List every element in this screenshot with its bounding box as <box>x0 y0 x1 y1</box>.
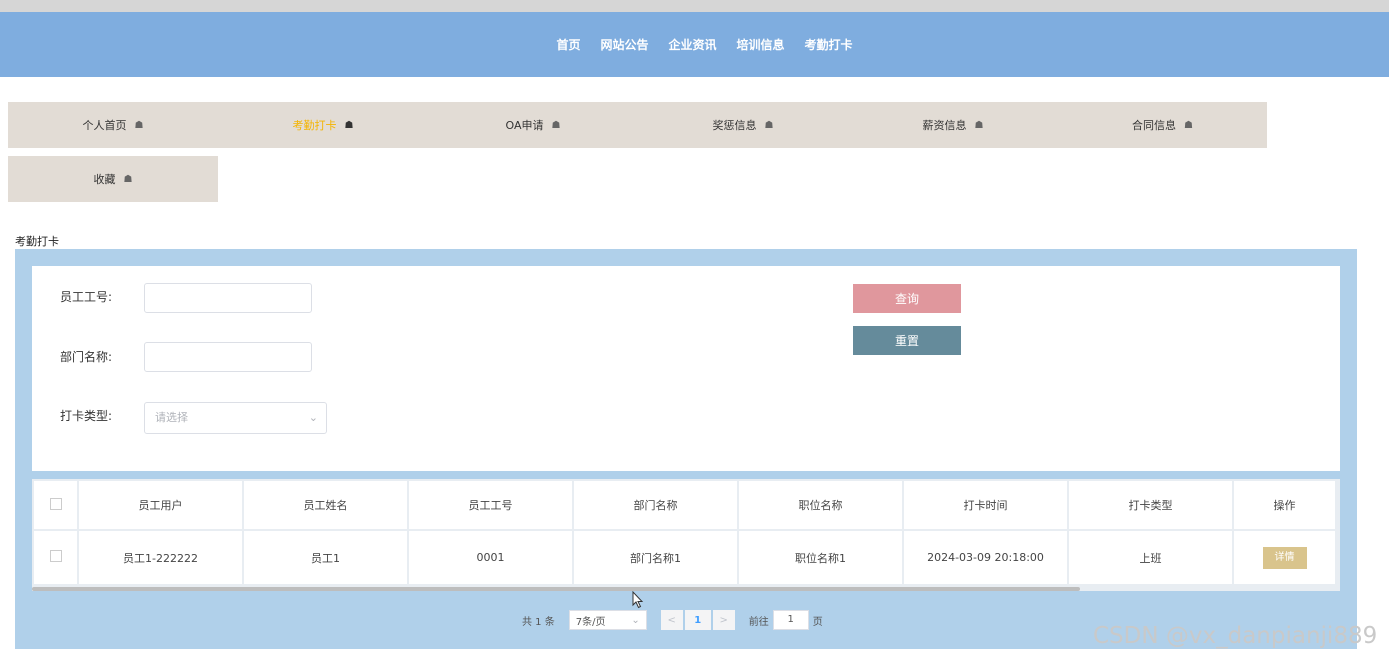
top-nav: 首页 网站公告 企业资讯 培训信息 考勤打卡 <box>0 12 1389 77</box>
cell-user: 员工1-222222 <box>79 531 242 584</box>
punch-type-label: 打卡类型: <box>60 409 113 423</box>
dept-name-input[interactable] <box>144 342 312 372</box>
home-icon: ☗ <box>551 119 561 131</box>
punch-type-placeholder: 请选择 <box>155 411 188 424</box>
goto-label: 前往 <box>748 616 769 628</box>
pagination-total: 共 1 条 <box>522 616 555 628</box>
cell-dept: 部门名称1 <box>574 531 737 584</box>
page-number-current[interactable]: 1 <box>684 610 711 630</box>
col-name: 员工姓名 <box>244 481 407 529</box>
query-button[interactable]: 查询 <box>853 284 961 313</box>
menu-item-label: OA申请 <box>505 119 544 132</box>
col-employee-no: 员工工号 <box>409 481 572 529</box>
menu-item-oa-apply[interactable]: OA申请 ☗ <box>428 102 638 148</box>
row-checkbox[interactable] <box>49 550 62 562</box>
attendance-table: 员工用户 员工姓名 员工工号 部门名称 职位名称 打卡时间 打卡类型 操作 员工… <box>32 479 1337 586</box>
col-punch-type: 打卡类型 <box>1069 481 1232 529</box>
menu-item-contract[interactable]: 合同信息 ☗ <box>1058 102 1267 148</box>
nav-home[interactable]: 首页 <box>556 36 580 53</box>
employee-no-input[interactable] <box>144 283 312 313</box>
select-all-cell <box>34 481 77 529</box>
menu-item-label: 薪资信息 <box>922 119 967 132</box>
menu-item-attendance[interactable]: 考勤打卡 ☗ <box>218 102 428 148</box>
page-title: 考勤打卡 <box>15 235 59 248</box>
browser-top-strip <box>0 0 1389 12</box>
watermark-text: CSDN @vx_danpianji889 <box>1093 623 1378 649</box>
home-icon: ☗ <box>974 119 984 131</box>
cell-action: 详情 <box>1234 531 1335 584</box>
reset-button[interactable]: 重置 <box>853 326 961 355</box>
header-bar: 首页 网站公告 企业资讯 培训信息 考勤打卡 <box>0 12 1389 77</box>
data-table: 员工用户 员工姓名 员工工号 部门名称 职位名称 打卡时间 打卡类型 操作 员工… <box>32 479 1340 591</box>
search-form: 员工工号: 部门名称: 打卡类型: 请选择 ⌄ 查询 重置 <box>32 266 1340 471</box>
home-icon: ☗ <box>344 119 354 131</box>
dept-name-label: 部门名称: <box>60 350 113 364</box>
menu-item-label: 考勤打卡 <box>292 119 337 132</box>
cell-position: 职位名称1 <box>739 531 902 584</box>
cell-name: 员工1 <box>244 531 407 584</box>
page-size-value: 7条/页 <box>575 616 606 628</box>
home-icon: ☗ <box>123 173 133 185</box>
prev-page-button[interactable]: < <box>660 610 683 630</box>
mouse-cursor-icon <box>632 591 644 609</box>
next-page-button[interactable]: > <box>712 610 735 630</box>
table-row: 员工1-222222 员工1 0001 部门名称1 职位名称1 2024-03-… <box>34 531 1335 584</box>
punch-type-select[interactable]: 请选择 ⌄ <box>144 402 327 434</box>
nav-attendance[interactable]: 考勤打卡 <box>805 36 853 53</box>
home-icon: ☗ <box>1184 119 1193 131</box>
chevron-down-icon: ⌄ <box>308 411 318 424</box>
menu-item-personal-home[interactable]: 个人首页 ☗ <box>8 102 218 148</box>
chevron-down-icon: ⌄ <box>631 614 640 626</box>
detail-button[interactable]: 详情 <box>1262 546 1307 569</box>
nav-announcements[interactable]: 网站公告 <box>600 36 648 53</box>
col-position: 职位名称 <box>739 481 902 529</box>
attendance-panel: 员工工号: 部门名称: 打卡类型: 请选择 ⌄ 查询 重置 员工用户 员工姓名 … <box>15 249 1357 649</box>
cell-employee-no: 0001 <box>409 531 572 584</box>
cell-punch-time: 2024-03-09 20:18:00 <box>904 531 1067 584</box>
col-user: 员工用户 <box>79 481 242 529</box>
table-header-row: 员工用户 员工姓名 员工工号 部门名称 职位名称 打卡时间 打卡类型 操作 <box>34 481 1335 529</box>
nav-company-news[interactable]: 企业资讯 <box>668 36 716 53</box>
col-action: 操作 <box>1234 481 1335 529</box>
goto-page-input[interactable]: 1 <box>772 610 809 630</box>
nav-training[interactable]: 培训信息 <box>737 36 785 53</box>
page-suffix: 页 <box>812 616 823 628</box>
select-all-checkbox[interactable] <box>49 497 62 510</box>
home-icon: ☗ <box>134 119 144 131</box>
menu-item-favorites[interactable]: 收藏 ☗ <box>8 156 218 202</box>
page-size-select[interactable]: 7条/页 ⌄ <box>568 610 647 630</box>
horizontal-scrollbar[interactable] <box>32 587 1080 591</box>
col-dept: 部门名称 <box>574 481 737 529</box>
menu-item-salary[interactable]: 薪资信息 ☗ <box>848 102 1058 148</box>
row-select-cell <box>34 531 77 584</box>
menu-item-rewards[interactable]: 奖惩信息 ☗ <box>638 102 848 148</box>
menu-item-label: 合同信息 <box>1132 119 1177 132</box>
pagination: 共 1 条 7条/页 ⌄ < 1 > 前往 1 页 <box>522 609 823 631</box>
cell-punch-type: 上班 <box>1069 531 1232 584</box>
menu-item-label: 个人首页 <box>82 119 127 132</box>
employee-no-label: 员工工号: <box>60 290 113 304</box>
col-punch-time: 打卡时间 <box>904 481 1067 529</box>
menu-item-label: 奖惩信息 <box>712 119 757 132</box>
menu-item-label: 收藏 <box>93 173 116 186</box>
home-icon: ☗ <box>764 119 774 131</box>
